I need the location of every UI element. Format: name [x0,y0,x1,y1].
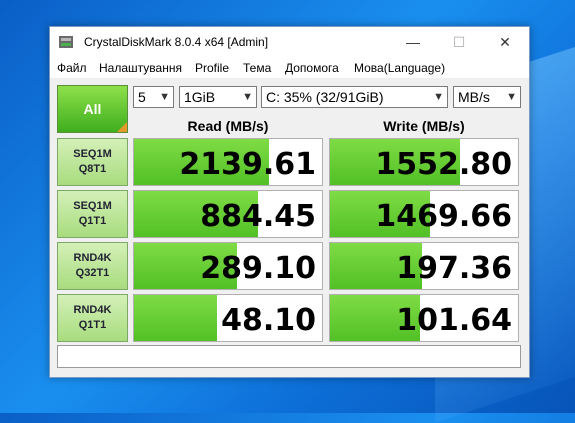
write-value: 197.36 [396,251,512,286]
test-label-line1: SEQ1M [73,200,112,212]
close-button[interactable]: ✕ [482,27,528,58]
read-value: 2139.61 [179,147,316,182]
read-result: 289.10 [133,242,323,290]
write-result: 1552.80 [329,138,519,186]
menu-help[interactable]: Допомога [285,61,339,75]
read-value: 48.10 [221,303,316,338]
menu-theme[interactable]: Тема [243,61,271,75]
write-result: 197.36 [329,242,519,290]
maximize-button[interactable]: ☐ [436,27,482,58]
drive-value: C: 35% (32/91GiB) [266,89,384,105]
minimize-button[interactable]: — [390,27,436,58]
unit-value: MB/s [458,89,490,105]
all-button-corner [117,122,127,132]
test-label-line2: Q32T1 [75,267,110,279]
test-label-line1: RND4K [73,304,112,316]
write-result: 101.64 [329,294,519,342]
test-button-rnd4k-q32t1[interactable]: RND4K Q32T1 [57,242,128,290]
test-label-line2: Q1T1 [78,215,107,227]
write-header: Write (MB/s) [383,118,465,134]
size-select[interactable]: 1GiB ▼ [179,86,257,108]
test-button-seq1m-q8t1[interactable]: SEQ1M Q8T1 [57,138,128,186]
chevron-down-icon: ▼ [159,91,170,103]
unit-select[interactable]: MB/s ▼ [453,86,521,108]
test-label-line1: SEQ1M [73,148,112,160]
read-result: 48.10 [133,294,323,342]
title-bar: CrystalDiskMark 8.0.4 x64 [Admin] — ☐ ✕ [50,27,529,58]
read-value: 884.45 [200,199,316,234]
test-label-line2: Q8T1 [78,163,107,175]
test-label-line2: Q1T1 [78,319,107,331]
write-result: 1469.66 [329,190,519,238]
count-select[interactable]: 5 ▼ [133,86,174,108]
read-result: 884.45 [133,190,323,238]
all-button[interactable]: All [57,85,128,133]
app-window: CrystalDiskMark 8.0.4 x64 [Admin] — ☐ ✕ … [49,26,530,378]
menu-bar: Файл Налаштування Profile Тема Допомога … [50,58,529,78]
read-bar [134,295,217,341]
write-value: 1552.80 [375,147,512,182]
read-value: 289.10 [200,251,316,286]
size-value: 1GiB [184,89,216,105]
chevron-down-icon: ▼ [506,91,517,103]
comment-input[interactable] [57,345,521,368]
write-value: 101.64 [396,303,512,338]
menu-file[interactable]: Файл [57,61,87,75]
chevron-down-icon: ▼ [242,91,253,103]
drive-select[interactable]: C: 35% (32/91GiB) ▼ [261,86,448,108]
write-value: 1469.66 [375,199,512,234]
test-label-line1: RND4K [73,252,112,264]
read-result: 2139.61 [133,138,323,186]
test-button-seq1m-q1t1[interactable]: SEQ1M Q1T1 [57,190,128,238]
count-value: 5 [138,89,146,105]
menu-language[interactable]: Мова(Language) [354,61,445,75]
menu-profile[interactable]: Profile [195,61,229,75]
window-title: CrystalDiskMark 8.0.4 x64 [Admin] [84,35,269,49]
all-button-label: All [83,101,102,117]
menu-settings[interactable]: Налаштування [99,61,182,75]
test-button-rnd4k-q1t1[interactable]: RND4K Q1T1 [57,294,128,342]
read-header: Read (MB/s) [187,118,269,134]
chevron-down-icon: ▼ [433,91,444,103]
crystaldiskmark-icon [59,36,73,48]
